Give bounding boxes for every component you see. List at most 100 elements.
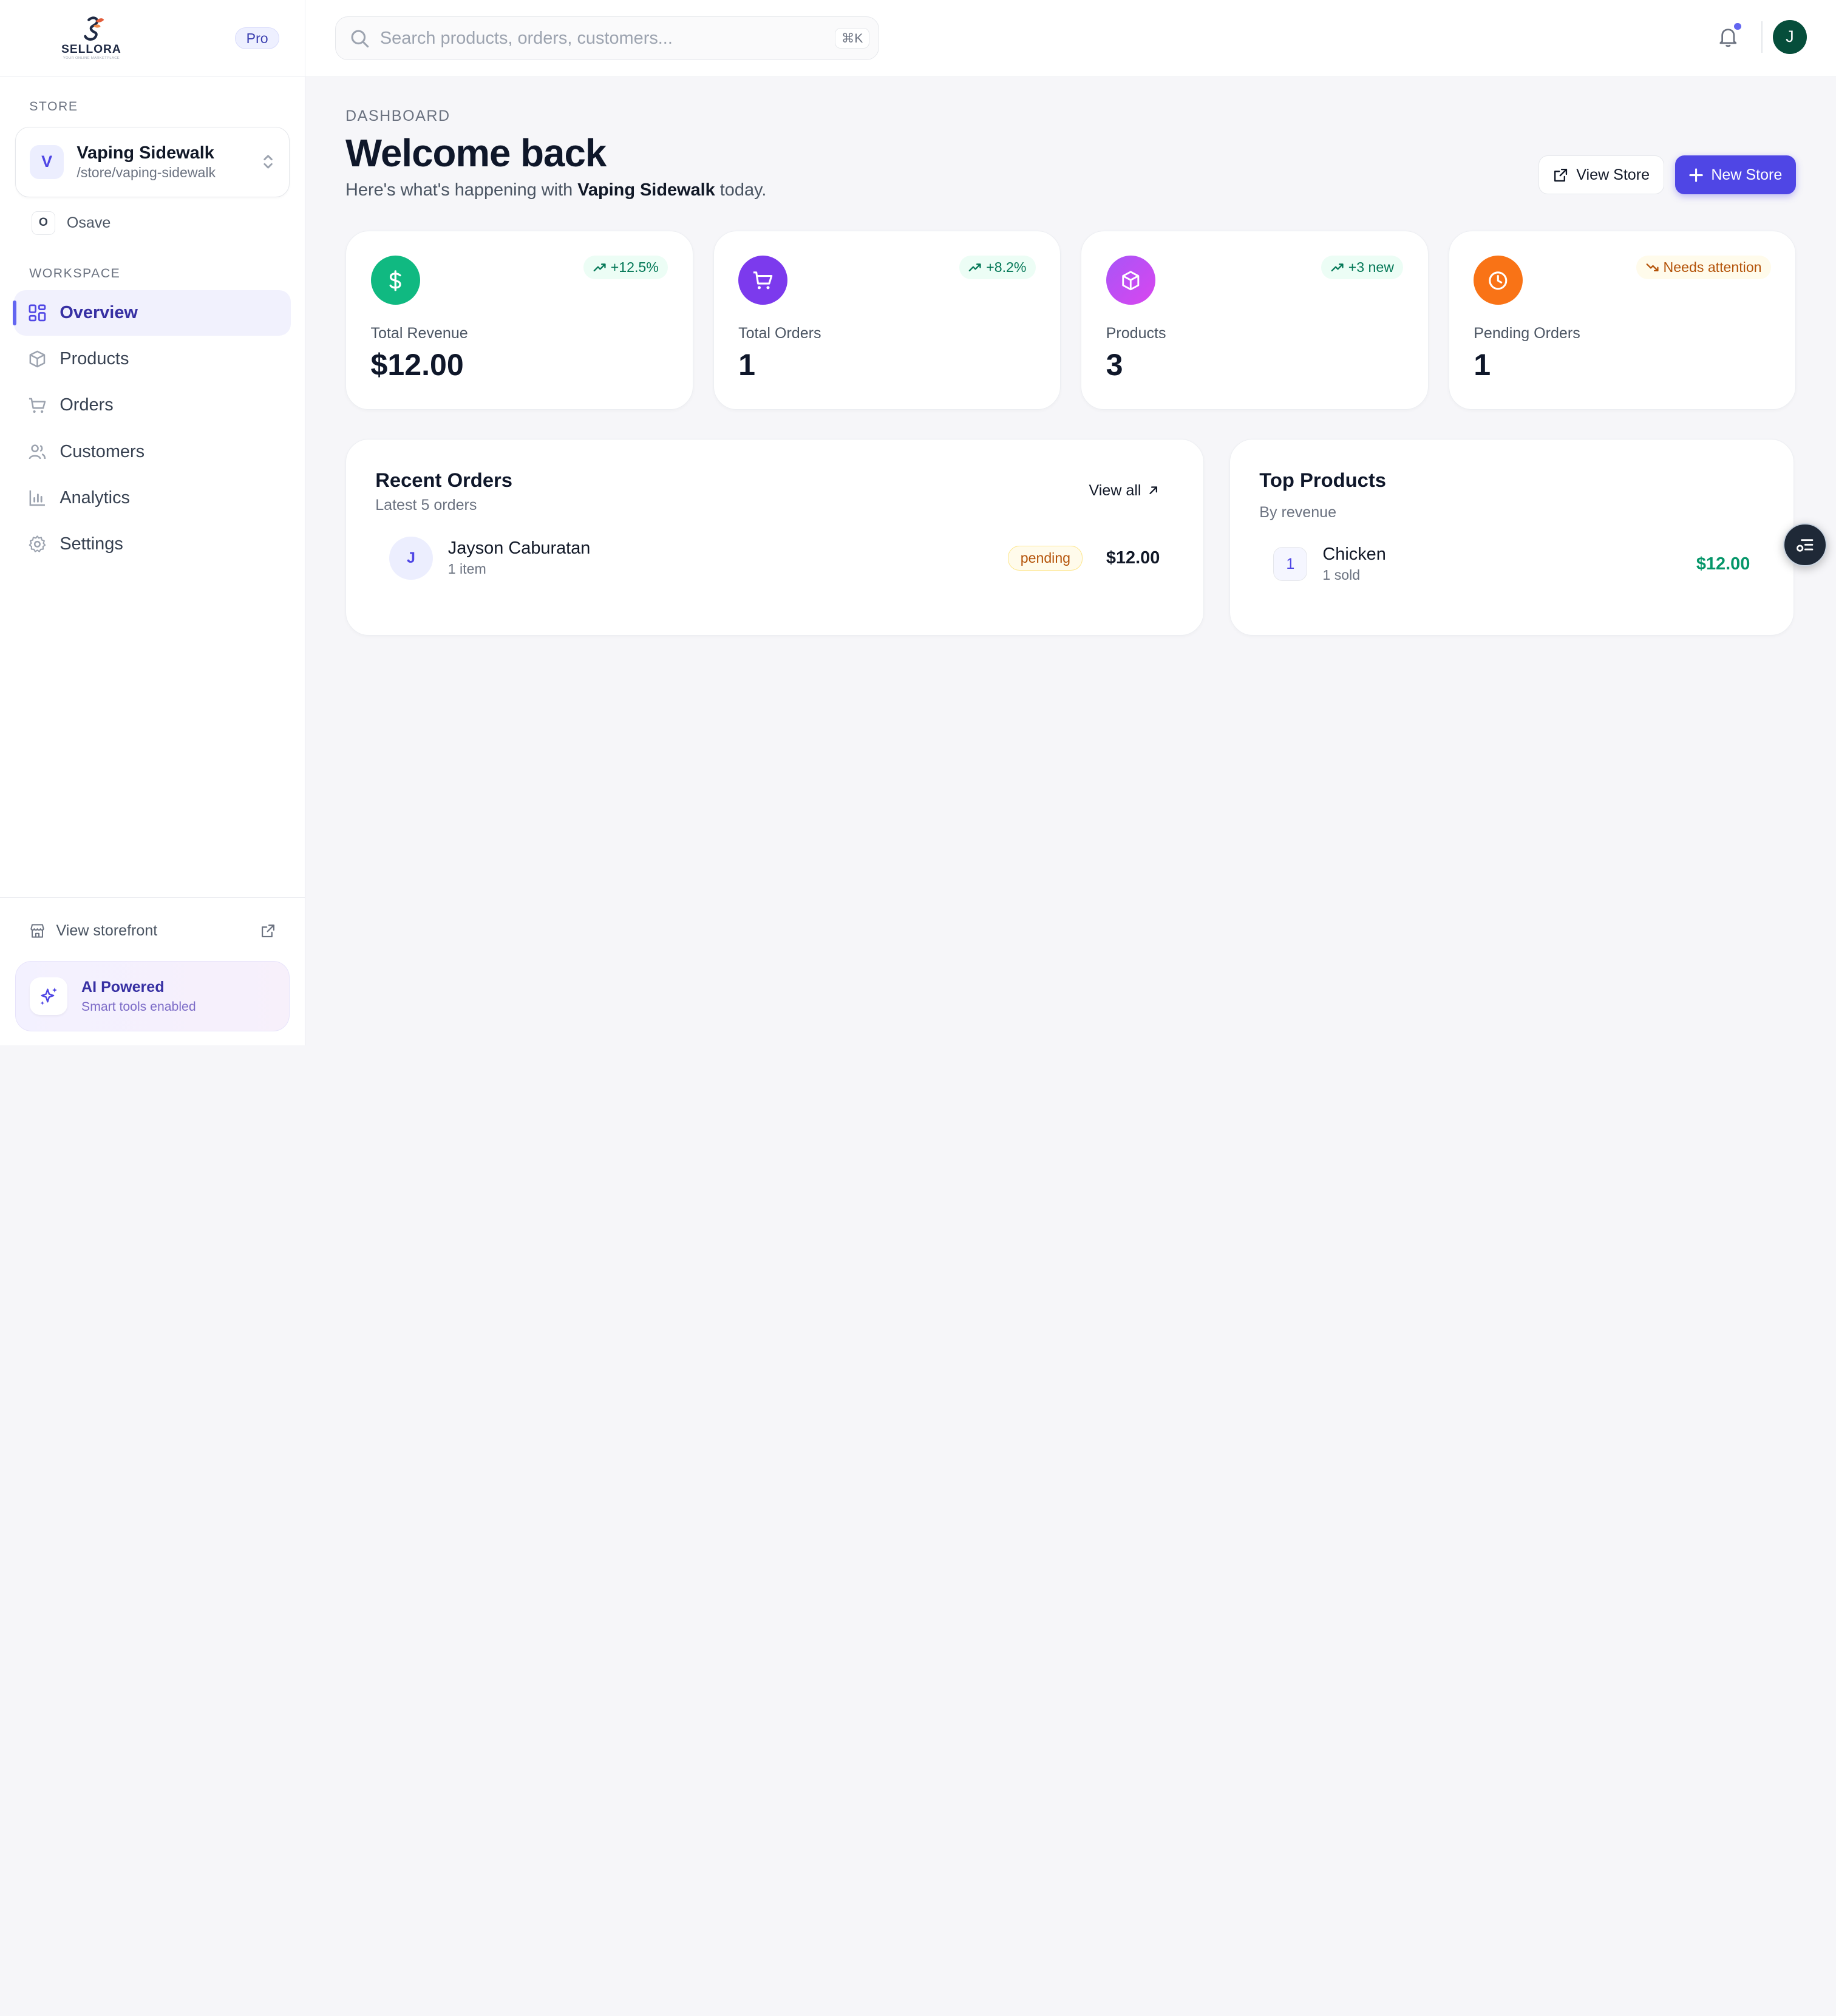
product-rank: 1 [1273,547,1308,582]
view-store-button[interactable]: View Store [1538,155,1665,195]
sidebar-item-label: Overview [59,303,138,323]
list-settings-icon [1796,539,1813,552]
storefront-icon [30,924,44,938]
main-content: ⌘K J DASHBOARD Welcome back Here's what'… [305,0,1836,1045]
logo-mark-icon [76,16,106,42]
panels-row: Recent Orders Latest 5 orders View all J… [345,439,1796,636]
ai-subtitle: Smart tools enabled [81,999,196,1014]
stat-card-orders[interactable]: +8.2% Total Orders 1 [713,230,1061,410]
order-item-count: 1 item [447,561,486,577]
sidebar-item-products[interactable]: Products [14,336,291,382]
view-storefront-link[interactable]: View storefront [0,914,305,947]
sidebar-item-analytics[interactable]: Analytics [14,475,291,521]
page-subtitle: Here's what's happening with Vaping Side… [345,180,766,200]
sidebar: SELLORA YOUR ONLINE MARKETPLACE Pro STOR… [0,0,306,1046]
new-store-button[interactable]: New Store [1674,155,1797,195]
sparkles-icon [30,977,67,1016]
trend-badge: +3 new [1321,256,1404,279]
stat-label: Pending Orders [1474,325,1580,342]
recent-orders-panel: Recent Orders Latest 5 orders View all J… [345,439,1204,636]
stats-row: +12.5% Total Revenue $12.00 +8.2% Total … [345,230,1797,410]
brand-logo[interactable]: SELLORA YOUR ONLINE MARKETPLACE [58,16,124,60]
chevron-up-down-icon [261,152,275,172]
search-icon [351,30,369,47]
secondary-store-item[interactable]: O Osave [0,211,305,235]
product-revenue: $12.00 [1696,554,1750,574]
view-store-label: View Store [1576,166,1650,183]
sidebar-item-label: Products [59,349,129,369]
stat-label: Total Orders [738,325,821,342]
sidebar-nav: Overview Products Orders Customers Analy… [0,290,305,567]
topbar: ⌘K J [305,0,1836,78]
floating-assistant-button[interactable] [1783,523,1827,567]
ai-powered-card[interactable]: AI Powered Smart tools enabled [15,961,290,1032]
sidebar-header: SELLORA YOUR ONLINE MARKETPLACE Pro [0,0,305,78]
stat-card-products[interactable]: +3 new Products 3 [1081,230,1429,410]
product-name: Chicken [1322,545,1386,565]
order-row[interactable]: J Jayson Caburatan 1 item pending $12.00 [375,536,1174,580]
trend-up-icon [593,263,606,272]
sidebar-item-label: Orders [59,395,114,415]
user-avatar[interactable]: J [1772,19,1807,54]
trend-up-icon [968,263,981,272]
order-amount: $12.00 [1106,548,1160,568]
subtitle-prefix: Here's what's happening with [345,180,573,200]
attention-badge: Needs attention [1636,256,1771,279]
notification-dot [1733,21,1742,32]
view-all-orders-link[interactable]: View all [1089,482,1159,500]
trend-badge-label: +8.2% [986,259,1027,276]
new-store-label: New Store [1711,166,1783,183]
panel-subtitle: By revenue [1259,503,1337,521]
product-row[interactable]: 1 Chicken 1 sold $12.00 [1259,545,1764,583]
sidebar-item-label: Settings [59,534,123,554]
cart-icon [29,398,46,413]
top-products-panel: Top Products By revenue 1 Chicken 1 sold… [1229,439,1794,636]
sidebar-item-settings[interactable]: Settings [14,521,291,567]
sidebar-footer: View storefront AI Powered Smart tools e… [0,897,305,1045]
topbar-divider [1761,21,1763,53]
store-avatar: V [30,145,64,179]
dollar-icon [370,256,420,305]
status-badge: pending [1008,546,1083,571]
secondary-store-avatar: O [32,211,55,235]
subtitle-suffix: today. [719,180,767,200]
store-switcher[interactable]: V Vaping Sidewalk /store/vaping-sidewalk [15,127,290,197]
breadcrumb: DASHBOARD [345,107,450,125]
plus-icon [1689,168,1703,182]
gear-icon [29,535,46,552]
trend-up-icon [1331,263,1344,272]
box-icon [1106,256,1155,305]
page-title: Welcome back [345,132,607,175]
stat-card-pending-orders[interactable]: Needs attention Pending Orders 1 [1448,230,1797,410]
users-icon [29,444,46,460]
search-bar[interactable]: ⌘K [335,16,880,60]
sidebar-item-overview[interactable]: Overview [13,290,291,336]
stat-label: Products [1106,325,1166,342]
brand-name: SELLORA [61,43,121,56]
customer-name: Jayson Caburatan [447,538,591,558]
sidebar-item-orders[interactable]: Orders [14,382,291,428]
trend-badge: +12.5% [583,256,668,279]
app: SELLORA YOUR ONLINE MARKETPLACE Pro STOR… [0,0,1836,1046]
customer-avatar: J [389,536,433,580]
view-storefront-label: View storefront [56,921,158,939]
attention-badge-label: Needs attention [1663,259,1762,276]
ai-title: AI Powered [81,978,165,996]
stat-value: 1 [1474,347,1491,382]
shortcut-hint: ⌘K [835,27,870,49]
subtitle-store-name: Vaping Sidewalk [577,180,715,200]
search-input[interactable] [379,28,835,49]
stat-value: 3 [1106,347,1123,382]
notifications-button[interactable] [1716,21,1742,49]
sidebar-item-customers[interactable]: Customers [14,429,291,474]
secondary-store-name: Osave [66,214,111,231]
store-name: Vaping Sidewalk [76,143,214,163]
view-all-label: View all [1089,481,1141,499]
external-link-icon [1554,168,1567,182]
box-icon [29,350,46,368]
clock-icon [1474,256,1523,305]
store-section-label: STORE [29,99,78,114]
product-sold-count: 1 sold [1322,567,1361,583]
stat-card-revenue[interactable]: +12.5% Total Revenue $12.00 [345,230,693,410]
sidebar-item-label: Customers [59,441,145,461]
